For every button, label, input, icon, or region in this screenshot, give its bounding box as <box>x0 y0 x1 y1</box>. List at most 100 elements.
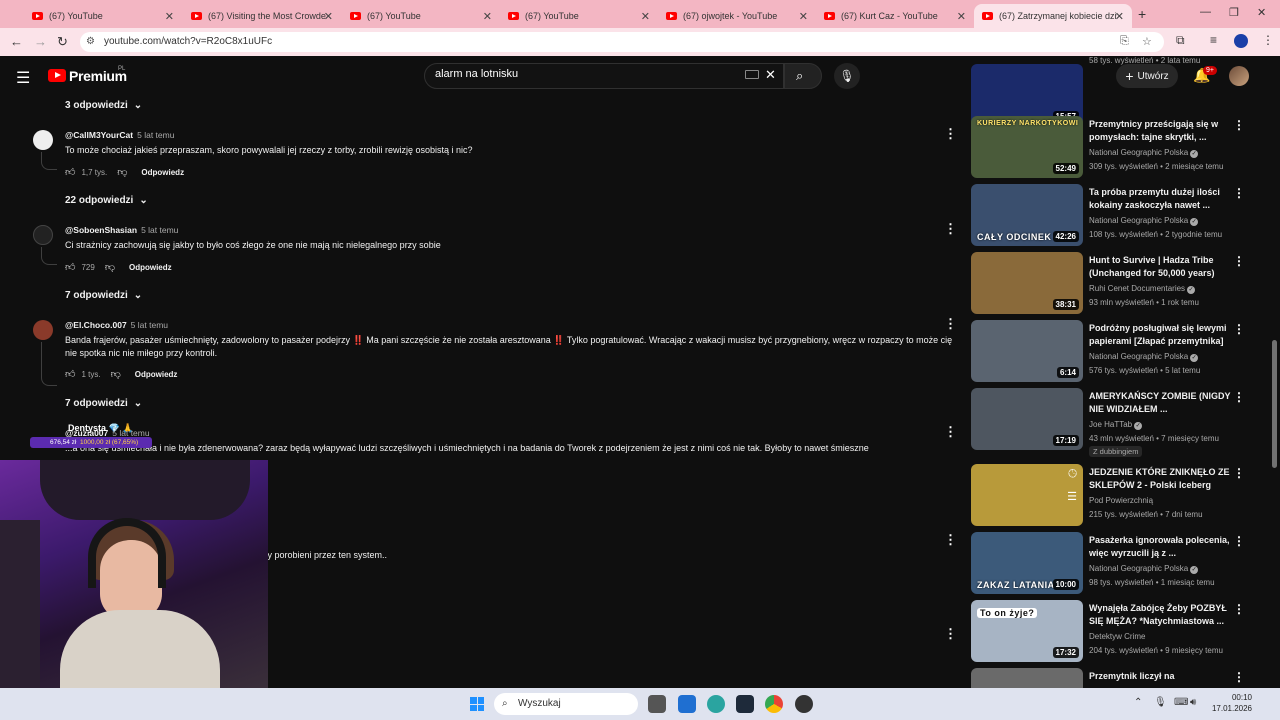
outlook-icon[interactable] <box>678 695 696 713</box>
close-window-icon[interactable]: ✕ <box>1257 6 1266 19</box>
windows-start-icon[interactable] <box>470 697 484 711</box>
browser-tab[interactable]: (67) YouTube ✕ <box>500 4 658 28</box>
close-icon[interactable]: ✕ <box>1115 10 1124 23</box>
comment-avatar[interactable] <box>33 320 53 340</box>
video-title[interactable]: Ta próba przemytu dużej ilości kokainy z… <box>1089 186 1231 212</box>
menu-dots-icon[interactable]: ⋮ <box>1262 33 1274 47</box>
related-video-item[interactable]: Przemytnik liczył na ⋮ <box>971 668 1261 688</box>
view-replies-button[interactable]: 7 odpowiedzi ⌄ <box>65 290 142 301</box>
reply-button[interactable]: Odpowiedz <box>135 370 178 379</box>
comment-menu-icon[interactable]: ⋮ <box>944 626 957 642</box>
video-thumbnail[interactable]: To on żyje? 17:32 <box>971 600 1083 662</box>
site-info-icon[interactable]: ⚙ <box>86 36 95 47</box>
mic-tray-icon[interactable]: 🎙︎ <box>1154 697 1167 708</box>
bookmark-star-icon[interactable]: ☆ <box>1142 35 1152 48</box>
app-icon[interactable] <box>736 695 754 713</box>
channel-name[interactable]: Pod Powierzchnią <box>1089 496 1153 505</box>
video-thumbnail[interactable]: ZAKAZ LATANIA 10:00 <box>971 532 1083 594</box>
close-icon[interactable]: ✕ <box>483 10 492 23</box>
thumbs-down-icon[interactable]: 👎︎ <box>105 261 115 273</box>
profile-avatar[interactable] <box>1234 34 1248 48</box>
close-icon[interactable]: ✕ <box>957 10 966 23</box>
browser-tab[interactable]: (67) YouTube ✕ <box>342 4 500 28</box>
reply-button[interactable]: Odpowiedz <box>141 168 184 177</box>
reading-list-icon[interactable]: ≡ <box>1210 33 1217 47</box>
search-box[interactable]: ✕ <box>424 63 784 89</box>
video-menu-icon[interactable]: ⋮ <box>1233 390 1245 404</box>
related-video-item[interactable]: To on żyje? 17:32 Wynajęła Zabójcę Żeby P… <box>971 600 1261 662</box>
system-clock[interactable]: 00:10 17.01.2026 <box>1208 692 1252 714</box>
related-video-item[interactable]: CAŁY ODCINEK 42:26 Ta próba przemytu duże… <box>971 184 1261 246</box>
maximize-icon[interactable]: ❐ <box>1229 6 1239 19</box>
search-input[interactable] <box>435 68 735 80</box>
comment-menu-icon[interactable]: ⋮ <box>944 221 957 237</box>
comment-menu-icon[interactable]: ⋮ <box>944 424 957 440</box>
related-video-item[interactable]: ZAKAZ LATANIA 10:00 Pasażerka ignorowała … <box>971 532 1261 594</box>
channel-name[interactable]: Detektyw Crime <box>1089 632 1145 641</box>
video-title[interactable]: Podróżny posługiwał się lewymi papierami… <box>1089 322 1231 348</box>
video-title[interactable]: Przemytnik liczył na <box>1089 670 1231 683</box>
url-text[interactable]: youtube.com/watch?v=R2oC8x1uUFc <box>104 36 272 47</box>
related-video-item[interactable]: 6:14 Podróżny posługiwał się lewymi papi… <box>971 320 1261 382</box>
thumbs-down-icon[interactable]: 👎︎ <box>117 166 127 178</box>
comment-author[interactable]: @El.Choco.007 5 lat temu <box>65 320 168 330</box>
video-thumbnail[interactable]: 🕒︎ ☰ <box>971 464 1083 526</box>
chrome-icon[interactable] <box>765 695 783 713</box>
related-video-item[interactable]: 38:31 Hunt to Survive | Hadza Tribe (Unc… <box>971 252 1261 314</box>
video-menu-icon[interactable]: ⋮ <box>1233 670 1245 684</box>
volume-icon[interactable]: 🔊︎ <box>1190 697 1196 708</box>
new-tab-button[interactable]: + <box>1138 6 1146 22</box>
video-menu-icon[interactable]: ⋮ <box>1233 466 1245 480</box>
related-video-item[interactable]: KURIERZY NARKOTYKOWI 52:49 Przemytnicy pr… <box>971 116 1261 178</box>
omnibox[interactable]: ⚙ youtube.com/watch?v=R2oC8x1uUFc ⎘ ☆ <box>80 32 1164 52</box>
video-title[interactable]: Wynajęła Zabójcę Żeby POZBYŁ SIĘ MĘŻA? *… <box>1089 602 1231 628</box>
video-menu-icon[interactable]: ⋮ <box>1233 534 1245 548</box>
search-button[interactable]: ⌕ <box>784 63 822 89</box>
video-thumbnail[interactable]: 38:31 <box>971 252 1083 314</box>
video-title[interactable]: Przemytnicy prześcigają się w pomysłach:… <box>1089 118 1231 144</box>
taskbar-search[interactable]: ⌕ Wyszukaj <box>494 693 638 715</box>
file-explorer-icon[interactable] <box>648 695 666 713</box>
video-thumbnail[interactable]: 6:14 <box>971 320 1083 382</box>
install-app-icon[interactable]: ⎘ <box>1120 35 1129 48</box>
keyboard-icon[interactable] <box>745 70 759 79</box>
video-menu-icon[interactable]: ⋮ <box>1233 254 1245 268</box>
thumbs-up-icon[interactable]: 👍︎ <box>65 166 75 178</box>
browser-tab[interactable]: (67) ojwojtek - YouTube ✕ <box>658 4 816 28</box>
reload-icon[interactable]: ↻ <box>57 34 68 50</box>
extensions-icon[interactable]: ⧉ <box>1176 33 1185 48</box>
close-icon[interactable]: ✕ <box>641 10 650 23</box>
hamburger-menu-icon[interactable]: ☰ <box>16 68 30 88</box>
close-icon[interactable]: ✕ <box>324 10 333 23</box>
add-to-queue-icon[interactable]: ☰ <box>1067 490 1077 503</box>
comment-menu-icon[interactable]: ⋮ <box>944 126 957 142</box>
channel-name[interactable]: National Geographic Polska ✓ <box>1089 564 1199 574</box>
video-menu-icon[interactable]: ⋮ <box>1233 186 1245 200</box>
related-video-item[interactable]: 17:19 AMERYKAŃSCY ZOMBIE (NIGDY NIE WIDZ… <box>971 388 1261 457</box>
reply-button[interactable]: Odpowiedz <box>129 263 172 272</box>
tray-chevron-icon[interactable]: ⌃ <box>1134 697 1142 708</box>
view-replies-button[interactable]: 7 odpowiedzi ⌄ <box>65 398 142 409</box>
comment-avatar[interactable] <box>33 225 53 245</box>
comment-menu-icon[interactable]: ⋮ <box>944 532 957 548</box>
voice-search-icon[interactable]: 🎙 <box>834 63 860 89</box>
scrollbar-thumb[interactable] <box>1272 340 1277 468</box>
browser-tab[interactable]: (67) Visiting the Most Crowded ✕ <box>183 4 341 28</box>
video-menu-icon[interactable]: ⋮ <box>1233 118 1245 132</box>
network-icon[interactable]: ⌨︎ <box>1174 697 1188 708</box>
forward-icon[interactable]: → <box>34 34 47 49</box>
channel-name[interactable]: National Geographic Polska ✓ <box>1089 148 1199 158</box>
comment-author[interactable]: @CallM3YourCat 5 lat temu <box>65 130 174 140</box>
video-title[interactable]: JEDZENIE KTÓRE ZNIKNĘŁO ZE SKLEPÓW 2 - P… <box>1089 466 1231 492</box>
video-thumbnail[interactable]: KURIERZY NARKOTYKOWI 52:49 <box>971 116 1083 178</box>
channel-name[interactable]: Ruhi Cenet Documentaries ✓ <box>1089 284 1196 294</box>
clear-search-icon[interactable]: ✕ <box>765 67 776 83</box>
view-replies-button[interactable]: 3 odpowiedzi ⌄ <box>65 100 142 111</box>
related-video-item[interactable]: 🕒︎ ☰ JEDZENIE KTÓRE ZNIKNĘŁO ZE SKLEPÓW 2… <box>971 464 1261 526</box>
video-title[interactable]: Pasażerka ignorowała polecenia, więc wyr… <box>1089 534 1231 560</box>
comment-menu-icon[interactable]: ⋮ <box>944 316 957 332</box>
channel-name[interactable]: Joe HaTTab ✓ <box>1089 420 1143 430</box>
browser-tab[interactable]: (67) YouTube ✕ <box>24 4 182 28</box>
view-replies-button[interactable]: 22 odpowiedzi ⌄ <box>65 195 148 206</box>
video-thumbnail[interactable] <box>971 668 1083 688</box>
